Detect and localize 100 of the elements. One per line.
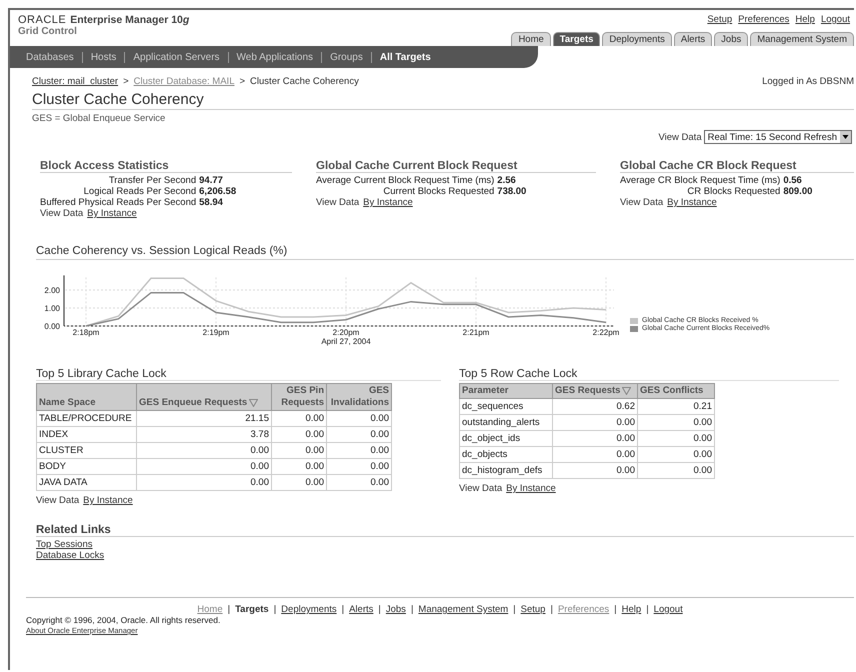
footer-link[interactable]: Targets xyxy=(235,604,269,615)
stat-label: Transfer Per Second xyxy=(108,175,196,186)
y-tick-label: 2.00 xyxy=(44,286,60,295)
table-cell: 0.00 xyxy=(326,442,392,458)
table-cell: 0.00 xyxy=(326,474,392,490)
column-header[interactable]: GES Invalidations xyxy=(326,384,392,410)
table-cell: 0.00 xyxy=(552,446,638,462)
stat-label: Average CR Block Request Time (ms) xyxy=(620,175,780,186)
by-instance-link[interactable]: By Instance xyxy=(667,197,717,208)
oracle-logo: ORACLE xyxy=(18,14,66,26)
by-instance-link[interactable]: By Instance xyxy=(363,197,413,208)
link-separator: | xyxy=(342,604,344,615)
table-cell: BODY xyxy=(36,458,136,474)
section-title: Global Cache Current Block Request xyxy=(316,160,596,173)
link-separator: | xyxy=(274,604,276,615)
subtab[interactable]: Groups xyxy=(321,52,371,62)
tab[interactable]: Deployments xyxy=(602,32,672,46)
chart-title: Cache Coherency vs. Session Logical Reads (%) xyxy=(36,245,854,260)
by-instance-link[interactable]: By Instance xyxy=(83,495,133,506)
table-cell: 0.00 xyxy=(136,442,272,458)
related-link[interactable]: Database Locks xyxy=(36,550,104,561)
table-cell: 0.62 xyxy=(552,398,638,414)
table-cell: 0.00 xyxy=(326,410,392,426)
global-link[interactable]: Logout xyxy=(820,14,850,25)
global-link[interactable]: Preferences xyxy=(738,14,790,25)
view-data-label: View Data xyxy=(459,483,502,494)
section-title: Global Cache CR Block Request xyxy=(620,160,854,173)
view-data-label: View Data xyxy=(40,208,84,219)
stat-value: 6,206.58 xyxy=(199,186,236,197)
breadcrumb-link[interactable]: Cluster Database: MAIL xyxy=(134,76,234,87)
footer-link[interactable]: Preferences xyxy=(558,604,610,615)
table-cell: 0.00 xyxy=(136,458,272,474)
footer-link[interactable]: Management System xyxy=(418,604,508,615)
footer-link[interactable]: Setup xyxy=(520,604,546,615)
breadcrumb-link[interactable]: Cluster: mail_cluster xyxy=(32,76,118,87)
x-tick-label: 2:20pm xyxy=(332,328,360,337)
by-instance-link[interactable]: By Instance xyxy=(87,208,137,219)
footer-link[interactable]: Help xyxy=(622,604,642,615)
global-link[interactable]: Help xyxy=(795,14,815,25)
column-header[interactable]: Parameter xyxy=(460,384,552,398)
subtab[interactable]: Web Applications xyxy=(228,52,322,62)
y-tick-label: 0.00 xyxy=(44,322,60,331)
section-title: Block Access Statistics xyxy=(40,160,292,173)
column-header[interactable]: Name Space xyxy=(36,384,136,410)
stat-label: Logical Reads Per Second xyxy=(82,186,196,197)
table-cell: 0.00 xyxy=(638,430,714,446)
link-separator: | xyxy=(513,604,516,615)
x-tick-label: 2:18pm xyxy=(72,328,100,337)
y-tick-label: 1.00 xyxy=(44,304,60,313)
table-cell: 0.00 xyxy=(272,442,326,458)
table-cell: 0.00 xyxy=(272,426,326,442)
column-header[interactable]: GES Enqueue Requests xyxy=(136,384,272,410)
x-tick-label: 2:19pm xyxy=(202,328,230,337)
table-title: Top 5 Row Cache Lock xyxy=(459,368,839,381)
section-title: Related Links xyxy=(36,524,854,537)
stat-label: Average Current Block Request Time (ms) xyxy=(316,175,494,186)
table-cell: 0.00 xyxy=(638,462,714,478)
breadcrumb-current: Cluster Cache Coherency xyxy=(250,76,359,87)
tab[interactable]: Home xyxy=(511,32,551,46)
footer-link[interactable]: Alerts xyxy=(349,604,374,615)
footer-link[interactable]: Jobs xyxy=(386,604,406,615)
view-data-label: View Data xyxy=(316,197,360,208)
table-cell: dc_object_ids xyxy=(460,430,552,446)
table-cell: 0.21 xyxy=(638,398,714,414)
table-cell: JAVA DATA xyxy=(36,474,136,490)
table-cell: 0.00 xyxy=(552,414,638,430)
product-subtitle: Grid Control xyxy=(18,26,78,37)
stat-value: 94.77 xyxy=(199,175,224,186)
stat-label: Current Blocks Requested xyxy=(382,186,494,197)
table-cell: dc_objects xyxy=(460,446,552,462)
stat-value: 809.00 xyxy=(783,186,812,197)
column-header[interactable]: GES Requests xyxy=(552,384,638,398)
column-header[interactable]: GES Pin Requests xyxy=(272,384,326,410)
subtab[interactable]: Databases xyxy=(18,52,82,62)
stat-label: CR Blocks Requested xyxy=(686,186,780,197)
x-axis-label: April 27, 2004 xyxy=(321,337,371,346)
table-cell: outstanding_alerts xyxy=(460,414,552,430)
subtab[interactable]: All Targets xyxy=(370,52,439,62)
table-cell: 0.00 xyxy=(272,458,326,474)
tab[interactable]: Jobs xyxy=(714,32,748,46)
refresh-select[interactable]: Real Time: 15 Second Refresh xyxy=(704,130,852,144)
footer-link[interactable]: Deployments xyxy=(281,604,337,615)
by-instance-link[interactable]: By Instance xyxy=(506,483,556,494)
tab[interactable]: Management System xyxy=(750,32,854,46)
stat-value: 0.56 xyxy=(783,175,803,186)
column-header[interactable]: GES Conflicts xyxy=(638,384,714,398)
link-separator: | xyxy=(614,604,617,615)
table-cell: 0.00 xyxy=(552,462,638,478)
subtab[interactable]: Application Servers xyxy=(124,52,228,62)
link-separator: | xyxy=(228,604,230,615)
footer-link[interactable]: Home xyxy=(197,604,223,615)
related-link[interactable]: Top Sessions xyxy=(36,539,93,550)
table-cell: 0.00 xyxy=(272,474,326,490)
footer-link[interactable]: Logout xyxy=(654,604,683,615)
logged-in-text: Logged in As DBSNM xyxy=(762,76,854,87)
table-title: Top 5 Library Cache Lock xyxy=(36,368,441,381)
global-link[interactable]: Setup xyxy=(707,14,732,25)
subtab[interactable]: Hosts xyxy=(82,52,124,62)
tab[interactable]: Alerts xyxy=(674,32,712,46)
tab[interactable]: Targets xyxy=(552,32,600,46)
